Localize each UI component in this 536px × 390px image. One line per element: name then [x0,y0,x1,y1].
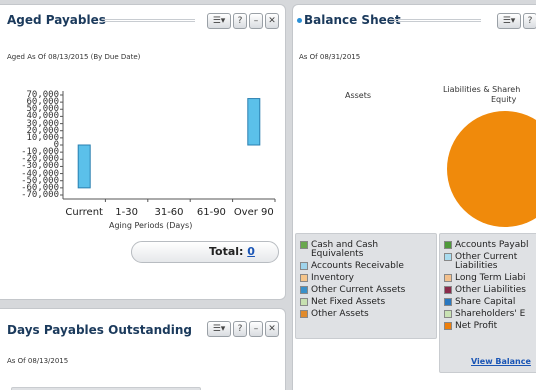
liabilities-heading-line2: Equity [491,95,517,104]
balance-sheet-title: Balance Sheet [297,13,401,27]
x-tick-label: 61-90 [196,207,226,218]
total-label-text: Total: [209,245,248,258]
liabilities-legend: Accounts Payabl Other Current Liabilities L… [439,233,536,373]
legend-label: Share Capital [455,297,516,307]
balance-sheet-title-text: Balance Sheet [304,13,401,27]
legend-label: Other Assets [311,309,369,319]
panel-menu-button[interactable]: ☰▾ [207,321,231,337]
aged-payables-panel: Aged Payables ☰▾ ? – ✕ Aged As Of 08/13/… [0,4,286,300]
legend-label: Other Liabilities [455,285,526,295]
legend-label: Inventory [311,273,354,283]
liabilities-heading: Liabilities & Shareh [443,85,521,94]
x-tick-marks [60,94,276,202]
legend-swatch [444,298,452,306]
legend-label: Net Fixed Assets [311,297,386,307]
help-button[interactable]: ? [523,13,536,29]
days-payables-header: Days Payables Outstanding ☰▾ ? – ✕ [0,309,285,339]
balance-sheet-subtitle: As Of 08/31/2015 [299,53,361,61]
legend-label: Accounts Payabl [455,240,529,250]
legend-label: Long Term Liabi [455,273,526,283]
legend-swatch [444,241,452,249]
legend-swatch [300,274,308,282]
legend-swatch [444,310,452,318]
legend-label-line2: Equivalents [311,249,364,259]
x-tick-label: Current [65,207,103,218]
liabilities-pie-chart [447,111,536,227]
total-label: Total: 0 [209,245,255,258]
days-payables-panel: Days Payables Outstanding ☰▾ ? – ✕ As Of… [0,308,286,390]
assets-heading: Assets [345,91,372,100]
bullet-icon [297,18,302,23]
days-payables-subtitle: As Of 08/13/2015 [7,357,69,365]
balance-sheet-header: Balance Sheet ☰▾ ? [293,5,536,35]
bar-over-90 [247,98,261,146]
legend-swatch [300,286,308,294]
view-balance-link[interactable]: View Balance [471,357,531,366]
legend-label-line2: Liabilities [455,261,498,271]
legend-swatch [444,322,452,330]
legend-swatch [444,286,452,294]
x-tick-label: 1-30 [115,207,138,218]
total-value-link[interactable]: 0 [247,245,255,258]
help-button[interactable]: ? [233,321,247,337]
panel-menu-button[interactable]: ☰▾ [497,13,521,29]
assets-legend: Cash and Cash Equivalents Accounts Receiva… [295,233,437,339]
legend-swatch [444,253,452,261]
total-box [131,241,279,263]
bars-group [77,98,261,189]
bar-current [77,144,91,189]
x-axis-title: Aging Periods (Days) [109,221,193,230]
pie-slice-net-profit [447,111,536,227]
close-button[interactable]: ✕ [265,321,279,337]
legend-swatch [300,241,308,249]
legend-label: Accounts Receivable [311,261,404,271]
days-payables-title: Days Payables Outstanding [7,323,192,337]
legend-swatch [300,298,308,306]
legend-label: Other Current Assets [311,285,406,295]
balance-sheet-panel: Balance Sheet ☰▾ ? As Of 08/31/2015 Asse… [292,4,536,390]
legend-label: Shareholders' E [455,309,526,319]
x-tick-label: Over 90 [233,207,274,218]
minimize-button[interactable]: – [249,321,263,337]
title-divider [389,19,481,22]
legend-label: Net Profit [455,321,498,331]
legend-swatch [444,274,452,282]
legend-swatch [300,310,308,318]
legend-swatch [300,262,308,270]
x-tick-label: 31-60 [154,207,184,218]
